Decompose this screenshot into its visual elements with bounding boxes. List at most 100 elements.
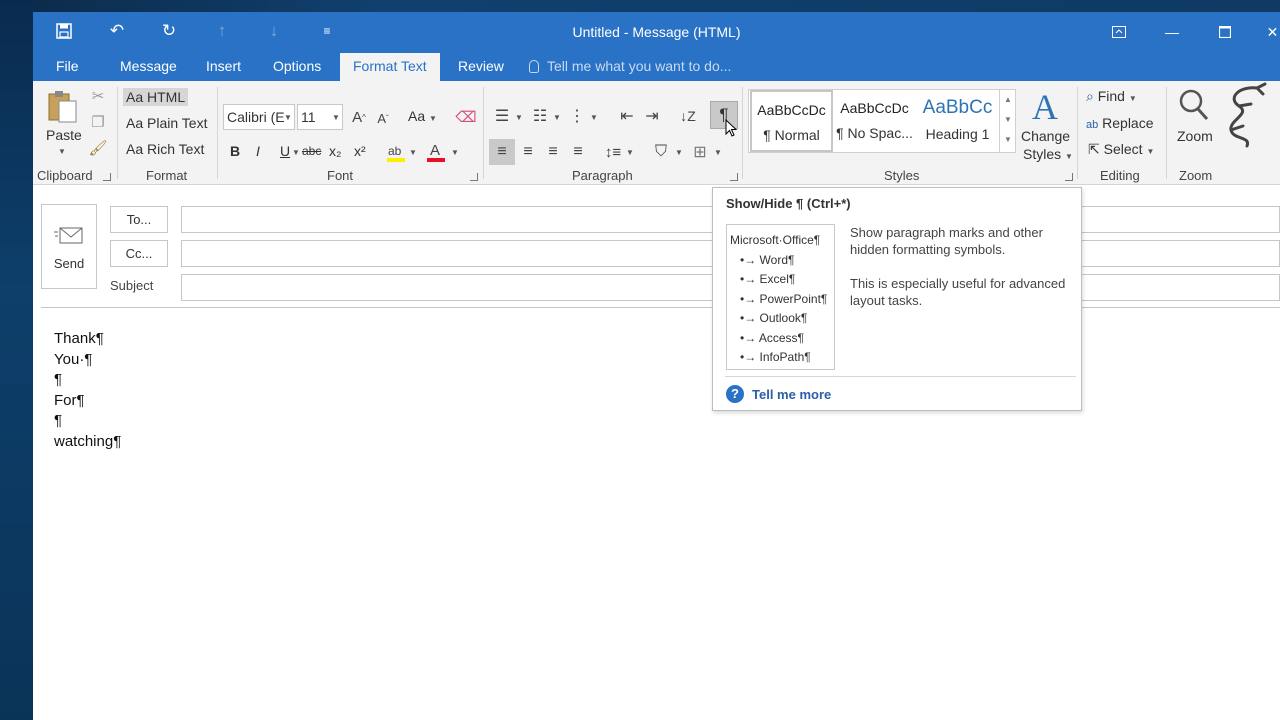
ribbon-tabs: File Message Insert Options Format Text …	[33, 53, 1280, 81]
font-color-icon[interactable]: A	[425, 139, 447, 165]
tooltip-desc-2: This is especially useful for advanced l…	[850, 276, 1066, 308]
shading-dropdown-icon[interactable]: ▼	[675, 148, 683, 157]
underline-button[interactable]: U	[280, 143, 290, 159]
font-launcher-icon[interactable]	[470, 173, 478, 181]
change-styles-label[interactable]: Change	[1021, 128, 1070, 144]
justify-icon[interactable]: ≡	[565, 139, 591, 165]
bullets-icon[interactable]: ☰	[491, 105, 513, 127]
styles-launcher-icon[interactable]	[1065, 173, 1073, 181]
tooltip-description: Show paragraph marks and other hidden fo…	[850, 224, 1072, 309]
zoom-button-label[interactable]: Zoom	[1177, 128, 1213, 144]
format-html-button[interactable]: Aa HTML	[123, 88, 189, 106]
borders-dropdown-icon[interactable]: ▼	[714, 148, 722, 157]
message-body[interactable]: Thank¶ You·¶ ¶ For¶ ¶ watching¶	[54, 329, 121, 452]
clipboard-launcher-icon[interactable]	[103, 173, 111, 181]
highlight-dropdown-icon[interactable]: ▼	[409, 148, 417, 157]
format-painter-icon[interactable]: 🖌	[88, 139, 107, 157]
tell-me-text: Tell me what you want to do...	[547, 58, 732, 74]
tab-file[interactable]: File	[43, 53, 92, 81]
grow-font-icon[interactable]: A ^	[349, 105, 369, 129]
strikethrough-button[interactable]: abc	[302, 144, 321, 158]
paste-icon[interactable]	[45, 87, 79, 125]
numbering-dropdown-icon[interactable]: ▼	[553, 113, 561, 122]
chevron-down-icon[interactable]: ▼	[1000, 110, 1016, 130]
decrease-indent-icon[interactable]: ⇤	[616, 105, 638, 127]
preview-item: •→ PowerPoint¶	[740, 291, 828, 306]
borders-icon[interactable]: ⊞	[689, 139, 711, 165]
svg-text:ab: ab	[388, 144, 402, 158]
style-heading-1[interactable]: AaBbCc Heading 1	[916, 90, 999, 152]
style-no-spacing[interactable]: AaBbCcDc ¶ No Spac...	[833, 90, 916, 152]
increase-indent-icon[interactable]: ⇥	[641, 105, 663, 127]
numbering-icon[interactable]: ☷	[529, 105, 551, 127]
zoom-magnifier-icon[interactable]	[1177, 87, 1211, 123]
chevron-up-icon[interactable]: ▲	[1000, 90, 1016, 110]
italic-button[interactable]: I	[256, 143, 260, 159]
sort-icon[interactable]: ↓Z	[677, 105, 699, 127]
shading-icon[interactable]: ⛉	[650, 139, 672, 165]
minimize-icon[interactable]: —	[1159, 19, 1185, 45]
tab-insert[interactable]: Insert	[193, 53, 254, 81]
change-styles-label-2[interactable]: Styles ▼	[1023, 146, 1073, 162]
tab-format-text[interactable]: Format Text	[340, 53, 440, 81]
preview-item: •→ Excel¶	[740, 272, 796, 286]
change-case-button[interactable]: Aa ▼	[408, 108, 437, 124]
paragraph-launcher-icon[interactable]	[730, 173, 738, 181]
lightbulb-icon	[529, 60, 539, 73]
header-divider	[41, 307, 1280, 308]
align-right-icon[interactable]: ≡	[540, 139, 566, 165]
tell-me-search[interactable]: Tell me what you want to do...	[529, 53, 731, 81]
bold-button[interactable]: B	[230, 143, 240, 159]
separator	[483, 87, 484, 179]
font-name-select[interactable]: Calibri (E ▼	[223, 104, 295, 130]
preview-item: •→ Word¶	[740, 252, 795, 267]
group-label-zoom: Zoom	[1179, 168, 1213, 183]
styles-gallery: AaBbCcDc ¶ Normal AaBbCcDc ¶ No Spac... …	[748, 89, 1016, 153]
close-icon[interactable]: ✕	[1265, 19, 1280, 45]
select-cursor-icon: ⇱	[1088, 141, 1100, 157]
tab-options[interactable]: Options	[260, 53, 334, 81]
align-left-icon[interactable]: ≡	[489, 139, 515, 165]
tab-review[interactable]: Review	[445, 53, 517, 81]
replace-button[interactable]: ab Replace	[1086, 115, 1154, 131]
find-button[interactable]: ⌕ Find ▼	[1086, 88, 1137, 105]
tell-me-more-link[interactable]: ? Tell me more	[726, 385, 831, 403]
clear-formatting-icon[interactable]: ⌫	[455, 106, 477, 128]
more-styles-icon[interactable]: ▼	[1000, 130, 1016, 150]
copy-icon[interactable]: ❐	[89, 113, 107, 131]
group-label-paragraph: Paragraph	[572, 168, 633, 183]
send-button[interactable]: Send	[41, 204, 97, 289]
font-size-select[interactable]: 11 ▼	[297, 104, 343, 130]
line-spacing-dropdown-icon[interactable]: ▼	[626, 148, 634, 157]
change-styles-icon[interactable]: A	[1027, 87, 1063, 127]
preview-root: Microsoft·Office¶	[730, 233, 821, 247]
style-normal[interactable]: AaBbCcDc ¶ Normal	[750, 90, 833, 152]
paste-dropdown-icon[interactable]: ▼	[58, 147, 66, 156]
styles-scroll[interactable]: ▲ ▼ ▼	[999, 90, 1016, 152]
outlook-message-window: ↶ ↻ ↑ ↓ ≡ Untitled - Message (HTML) — ✕ …	[33, 12, 1280, 720]
tab-message[interactable]: Message	[107, 53, 190, 81]
line-spacing-icon[interactable]: ↕≡	[602, 139, 624, 165]
shrink-font-icon[interactable]: Aˇ	[373, 107, 393, 129]
bullets-dropdown-icon[interactable]: ▼	[515, 113, 523, 122]
to-button[interactable]: To...	[110, 206, 168, 233]
maximize-icon[interactable]	[1212, 19, 1238, 45]
select-button[interactable]: ⇱ Select ▼	[1088, 141, 1154, 158]
subscript-button[interactable]: x₂	[329, 143, 341, 159]
group-label-font: Font	[327, 168, 354, 183]
cc-button[interactable]: Cc...	[110, 240, 168, 267]
multilevel-dropdown-icon[interactable]: ▼	[590, 113, 598, 122]
window-title: Untitled - Message (HTML)	[572, 24, 741, 40]
body-line: For¶	[54, 391, 85, 409]
multilevel-list-icon[interactable]: ⋮	[566, 105, 588, 127]
paste-label[interactable]: Paste	[46, 127, 82, 143]
ribbon-display-icon[interactable]	[1106, 19, 1132, 45]
font-color-dropdown-icon[interactable]: ▼	[451, 148, 459, 157]
format-rich-text-button[interactable]: Aa Rich Text	[126, 141, 204, 157]
cut-icon[interactable]: ✂	[89, 87, 107, 105]
format-plain-text-button[interactable]: Aa Plain Text	[126, 115, 207, 131]
highlight-icon[interactable]: ab	[385, 141, 407, 165]
superscript-button[interactable]: x²	[354, 143, 366, 159]
underline-dropdown-icon[interactable]: ▼	[292, 148, 300, 157]
align-center-icon[interactable]: ≡	[515, 139, 541, 165]
